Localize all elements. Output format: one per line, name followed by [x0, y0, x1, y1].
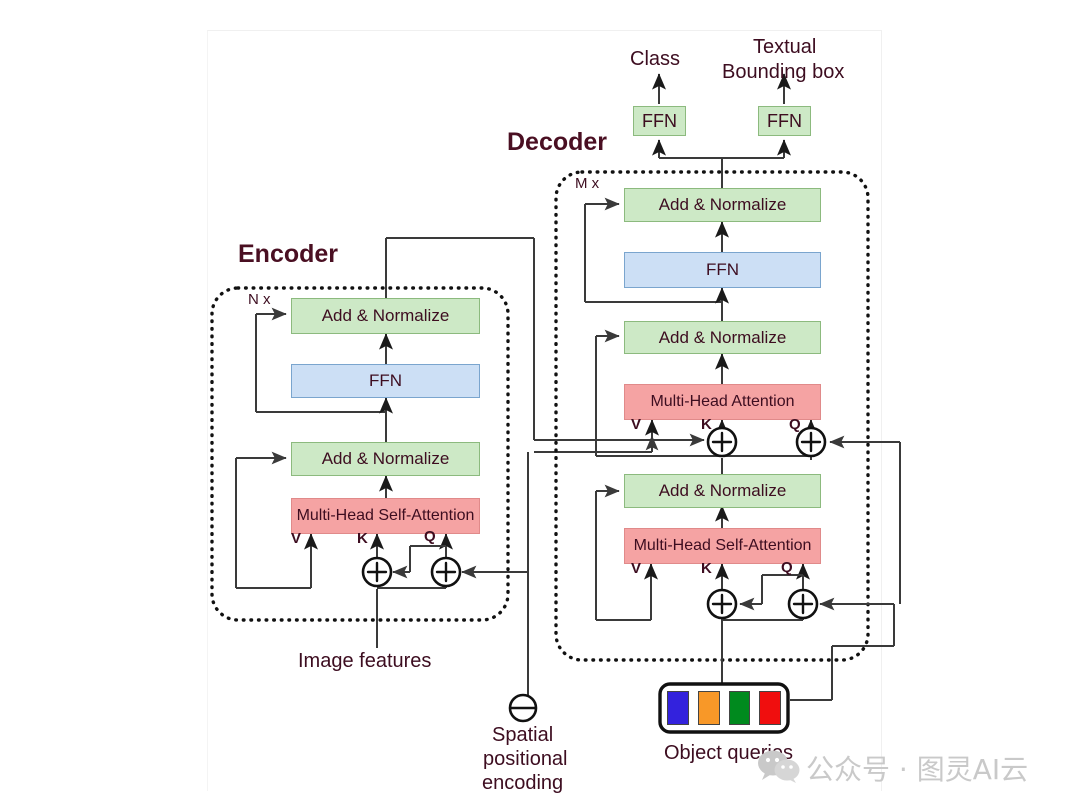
bbox-output-label-line2: Bounding box: [722, 61, 845, 83]
decoder-cross-q-label: Q: [789, 416, 801, 433]
spatial-encoding-line1: Spatial: [492, 724, 554, 746]
wechat-icon: [758, 750, 800, 783]
encoder-add-norm-bottom: Add & Normalize: [291, 442, 480, 476]
spatial-encoding-symbol: [508, 693, 538, 723]
decoder-add-norm-bottom: Add & Normalize: [624, 474, 821, 508]
decoder-ffn: FFN: [624, 252, 821, 288]
decoder-add-norm-top: Add & Normalize: [624, 188, 821, 222]
encoder-ffn: FFN: [291, 364, 480, 398]
encoder-title: Encoder: [238, 240, 339, 268]
diagram-svg: [210, 73, 901, 734]
decoder-cross-v-label: V: [631, 416, 642, 433]
decoder-self-q-label: Q: [781, 559, 793, 576]
encoder-add-norm-top: Add & Normalize: [291, 298, 480, 334]
encoder-k-label: K: [357, 530, 368, 547]
decoder-repeat-label: M x: [575, 175, 600, 192]
spatial-encoding-line3: encoding: [482, 772, 564, 794]
decoder-title: Decoder: [507, 128, 608, 156]
decoder-self-v-label: V: [631, 560, 642, 577]
object-query-swatch-2: [697, 691, 720, 725]
object-query-swatch-4: [759, 691, 781, 725]
class-output-label: Class: [630, 48, 681, 70]
bbox-output-label-line1: Textual: [753, 36, 817, 58]
encoder-v-label: V: [291, 530, 302, 547]
object-query-swatch-3: [728, 691, 751, 725]
decoder-cross-attention: Multi-Head Attention: [624, 384, 821, 420]
spatial-encoding-line2: positional: [483, 748, 568, 770]
encoder-repeat-label: N x: [248, 291, 271, 308]
encoder-self-attention: Multi-Head Self-Attention: [291, 498, 480, 534]
decoder-add-norm-mid: Add & Normalize: [624, 321, 821, 354]
object-query-swatch-1: [667, 691, 689, 725]
watermark-text: 公众号 · 图灵AI云: [806, 753, 1029, 786]
ffn-bbox-head: FFN: [758, 106, 811, 136]
image-features-label: Image features: [298, 650, 432, 672]
object-queries-swatches: [667, 691, 781, 725]
decoder-cross-k-label: K: [701, 416, 712, 433]
encoder-q-label: Q: [424, 528, 436, 545]
ffn-class-head: FFN: [633, 106, 686, 136]
decoder-self-k-label: K: [701, 560, 712, 577]
diagram-root: Class Textual Bounding box FFN FFN Decod…: [0, 0, 1080, 808]
